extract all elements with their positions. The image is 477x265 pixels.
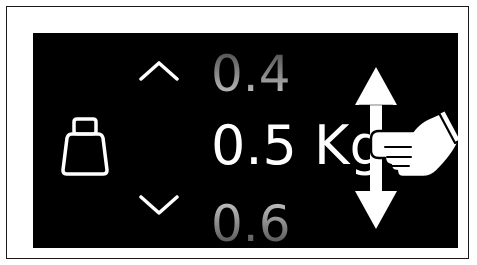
weight-selector-screen[interactable]: 0.4 0.5 Kg 0.6 xyxy=(33,33,458,248)
chevron-down-icon[interactable] xyxy=(137,193,181,217)
pointing-hand-icon xyxy=(369,109,458,179)
chevron-up-icon[interactable] xyxy=(137,59,181,83)
next-value[interactable]: 0.6 xyxy=(211,199,291,248)
illustration-frame: 0.4 0.5 Kg 0.6 xyxy=(6,6,469,259)
weight-icon xyxy=(61,117,109,176)
previous-value[interactable]: 0.4 xyxy=(211,49,291,99)
